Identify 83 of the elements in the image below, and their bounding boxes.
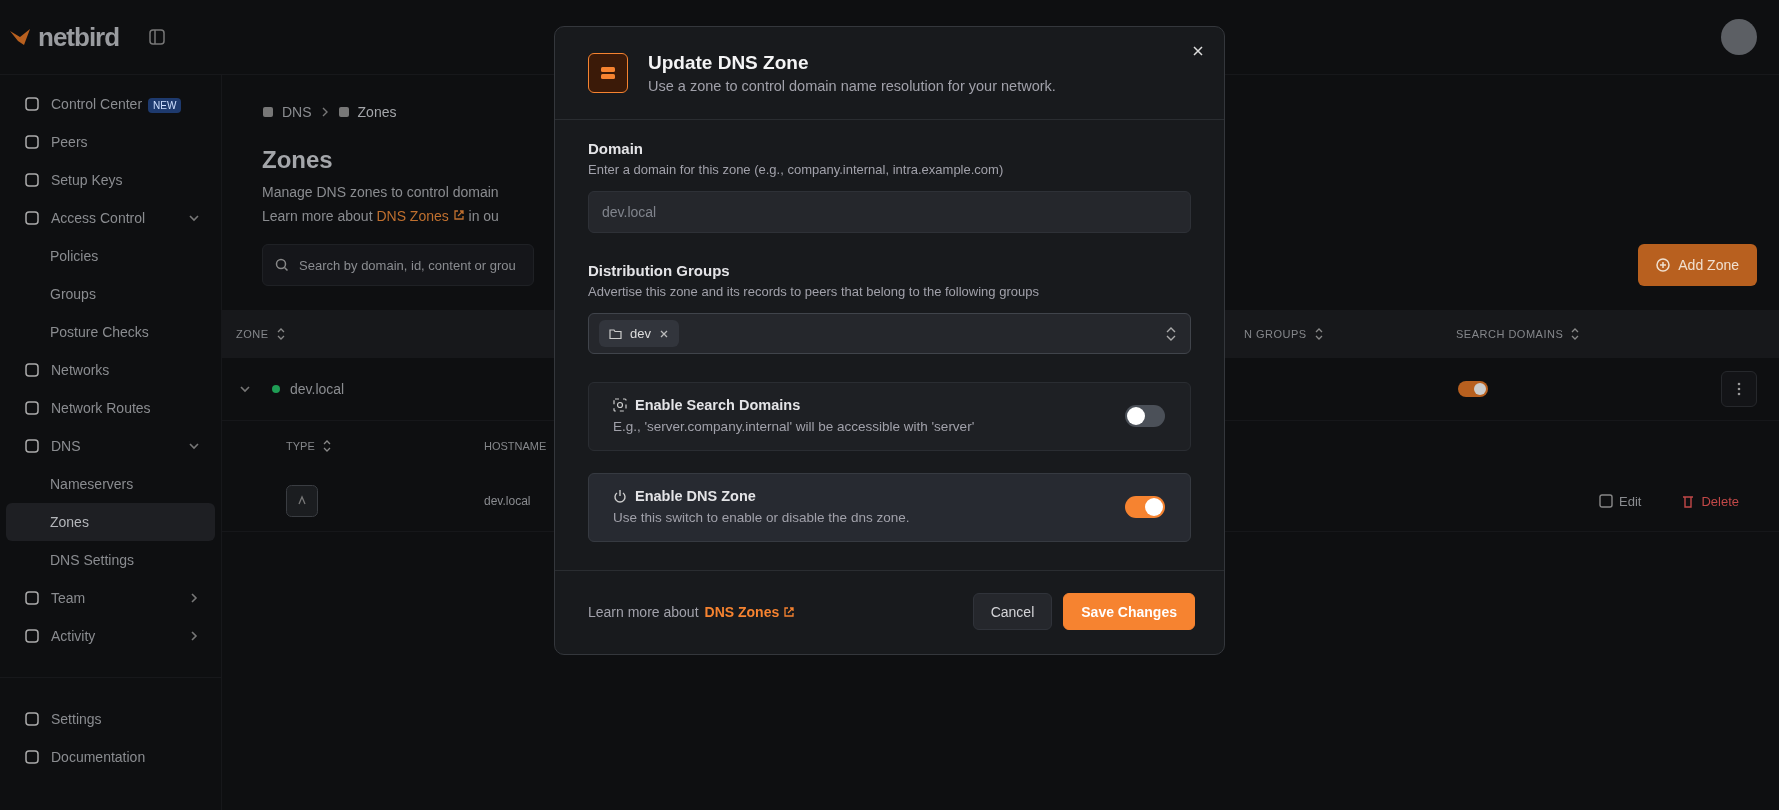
setting-title: Enable Search Domains <box>635 397 801 413</box>
sidebar-item[interactable]: Documentation <box>6 738 215 776</box>
learn-more-text: Learn more about DNS Zones <box>588 603 796 620</box>
avatar[interactable] <box>1721 19 1757 55</box>
sidebar-item[interactable]: Activity <box>6 617 215 655</box>
hostname-text: dev.local <box>484 494 531 508</box>
edit-button[interactable]: Edit <box>1593 492 1648 510</box>
scan-search-icon <box>613 398 627 412</box>
sidebar-item[interactable]: Control Center NEW <box>6 85 215 123</box>
square-icon <box>25 173 39 187</box>
add-zone-button[interactable]: Add Zone <box>1638 244 1757 286</box>
square-icon <box>25 97 39 111</box>
sidebar-item[interactable]: Policies <box>6 237 215 275</box>
server-glyph-icon <box>600 66 616 80</box>
docs-link[interactable]: DNS Zones <box>376 208 465 224</box>
power-icon <box>613 489 627 503</box>
toggle-switch[interactable] <box>1125 404 1165 427</box>
sidebar-item[interactable]: Settings <box>6 700 215 738</box>
plus-icon <box>1656 258 1671 272</box>
column-header[interactable]: SEARCH DOMAINS <box>1456 328 1564 340</box>
field-label: Domain <box>588 140 644 157</box>
sidebar-item[interactable]: DNS <box>6 427 215 465</box>
column-header[interactable]: TYPE <box>286 440 315 452</box>
cancel-button[interactable]: Cancel <box>972 593 1053 630</box>
square-icon <box>25 363 39 377</box>
field-hint: Enter a domain for this zone (e.g., company.internal, intra.example.com) <box>588 162 1005 177</box>
sidebar-toggle-icon <box>149 29 166 45</box>
sidebar-item[interactable]: Network Routes <box>6 389 215 427</box>
square-icon <box>25 401 39 415</box>
search-field[interactable]: Search by domain, id, content or grou <box>262 244 534 286</box>
chevron-up-down-icon <box>1164 325 1178 342</box>
sidebar-item[interactable]: Peers <box>6 123 215 161</box>
toggle-switch[interactable] <box>1458 381 1488 397</box>
sidebar-item[interactable]: Access Control <box>6 199 215 237</box>
square-icon <box>25 211 39 225</box>
close-icon <box>1192 45 1204 57</box>
sidebar-item[interactable]: Zones <box>6 503 215 541</box>
logo-text: netbird <box>38 21 120 53</box>
setting-title: Enable DNS Zone <box>635 488 756 504</box>
sidebar-item[interactable]: Setup Keys <box>6 161 215 199</box>
delete-button[interactable]: Delete <box>1675 492 1745 510</box>
column-header[interactable]: N GROUPS <box>1244 328 1307 340</box>
sidebar-item[interactable]: Groups <box>6 275 215 313</box>
page-title: Zones <box>262 146 333 174</box>
docs-link[interactable]: DNS Zones <box>704 603 796 620</box>
sidebar-item[interactable]: Posture Checks <box>6 313 215 351</box>
learn-more-text: Learn more about DNS Zones in ou <box>262 207 499 226</box>
zone-name: dev.local <box>290 381 345 397</box>
square-icon <box>337 106 350 118</box>
square-icon <box>25 591 39 605</box>
groups-select[interactable]: dev <box>588 313 1191 354</box>
trash-icon <box>1681 494 1696 508</box>
sidebar-item[interactable]: Team <box>6 579 215 617</box>
external-link-icon <box>452 209 465 221</box>
column-header[interactable]: ZONE <box>236 328 269 340</box>
new-badge: NEW <box>148 98 182 113</box>
sidebar-item[interactable]: DNS Settings <box>6 541 215 579</box>
page-description: Manage DNS zones to control domain <box>262 183 499 202</box>
column-header[interactable]: HOSTNAME <box>484 440 547 452</box>
square-icon <box>25 629 39 643</box>
square-icon <box>25 439 39 453</box>
breadcrumb-link[interactable]: Zones <box>357 104 397 120</box>
more-vertical-icon <box>1737 382 1741 396</box>
square-icon <box>25 750 39 764</box>
square-icon <box>262 106 274 118</box>
record-type-icon <box>286 485 318 517</box>
breadcrumb-link[interactable]: DNS <box>282 104 312 120</box>
folder-icon <box>609 327 622 340</box>
external-link-icon <box>783 605 796 618</box>
dialog-title: Update DNS Zone <box>648 52 810 74</box>
remove-icon <box>658 328 669 339</box>
field-hint: Advertise this zone and its records to peers that belong to the following groups <box>588 284 1040 299</box>
sidebar-item[interactable]: Nameservers <box>6 465 215 503</box>
square-icon <box>25 135 39 149</box>
dialog-subtitle: Use a zone to control domain name resolution for your network. <box>648 78 1056 94</box>
group-tag: dev <box>599 320 679 347</box>
setting-description: Use this switch to enable or disable the dns zone. <box>613 510 910 525</box>
sidebar-item[interactable]: Networks <box>6 351 215 389</box>
setting-description: E.g., 'server.company.internal' will be accessible with 'server' <box>613 419 975 434</box>
field-label: Distribution Groups <box>588 262 731 279</box>
search-icon <box>275 258 289 272</box>
toggle-switch[interactable] <box>1125 495 1165 518</box>
square-icon <box>25 712 39 726</box>
